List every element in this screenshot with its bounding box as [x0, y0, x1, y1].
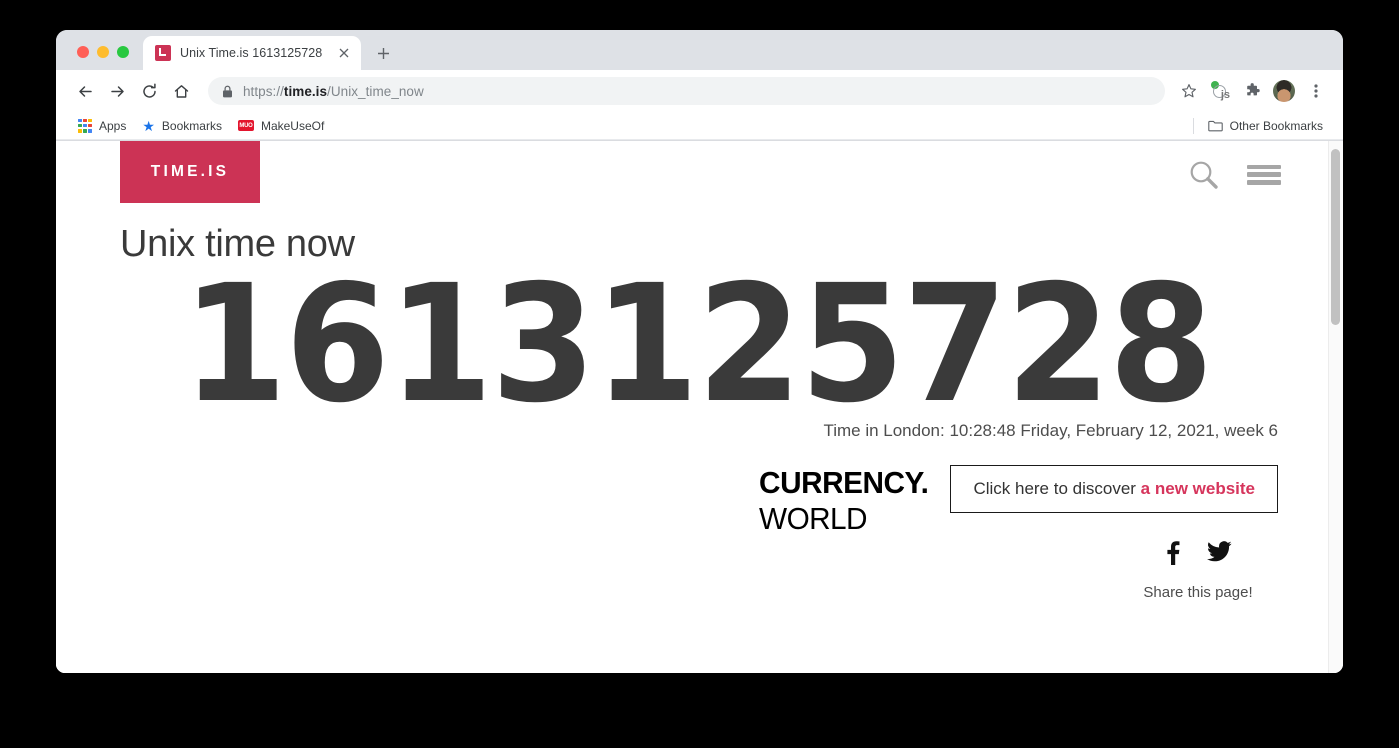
- header-icon-group: [1188, 159, 1281, 190]
- url-host: time.is: [283, 83, 328, 99]
- ad-cta-accent: a new website: [1140, 479, 1255, 498]
- extensions-puzzle-icon[interactable]: [1237, 76, 1267, 106]
- home-button[interactable]: [166, 76, 196, 106]
- bookmark-label: MakeUseOf: [260, 118, 325, 133]
- other-bookmarks-label: Other Bookmarks: [1229, 118, 1323, 133]
- lock-icon: [222, 85, 233, 98]
- folder-icon: [1207, 120, 1223, 132]
- address-bar[interactable]: https://time.is/Unix_time_now: [208, 77, 1165, 105]
- share-block: Share this page!: [1118, 541, 1278, 601]
- star-icon: ★: [142, 117, 155, 134]
- other-bookmarks-button[interactable]: Other Bookmarks: [1200, 116, 1331, 136]
- bookmark-makeuseof[interactable]: MUO MakeUseOf: [230, 116, 332, 136]
- minimize-window-button[interactable]: [97, 46, 109, 58]
- time-is-page: TIME.IS Unix time now 1613125728 Time in…: [56, 141, 1328, 673]
- share-icon-group: [1118, 541, 1278, 570]
- facebook-icon[interactable]: [1164, 541, 1181, 570]
- tab-strip: Unix Time.is 1613125728: [56, 30, 1343, 70]
- forward-button[interactable]: [102, 76, 132, 106]
- share-label: Share this page!: [1143, 584, 1253, 601]
- other-bookmarks-group: Other Bookmarks: [1192, 116, 1331, 136]
- bookmarks-bar: Apps ★ Bookmarks MUO MakeUseOf Other Boo…: [56, 112, 1343, 140]
- bookmark-label: Apps: [99, 118, 127, 133]
- tab-title: Unix Time.is 1613125728: [180, 46, 323, 60]
- url-path: /Unix_time_now: [327, 83, 424, 99]
- reload-button[interactable]: [134, 76, 164, 106]
- js-extension-icon[interactable]: js: [1210, 81, 1230, 101]
- profile-avatar[interactable]: [1273, 80, 1295, 102]
- browser-window: Unix Time.is 1613125728 https://time.is/…: [56, 30, 1343, 673]
- close-tab-icon[interactable]: [335, 44, 353, 62]
- browser-menu-icon[interactable]: [1301, 76, 1331, 106]
- ad-brand-logo[interactable]: CURRENCY. WORLD: [759, 465, 929, 536]
- bookmarks-divider: [1192, 117, 1194, 134]
- back-button[interactable]: [70, 76, 100, 106]
- page-scrollbar[interactable]: [1328, 141, 1343, 673]
- advertisement-banner: CURRENCY. WORLD Click here to discover a …: [120, 461, 1278, 536]
- close-window-button[interactable]: [77, 46, 89, 58]
- makeuseof-favicon-icon: MUO: [237, 120, 254, 131]
- apps-grid-icon: [78, 118, 92, 133]
- twitter-icon[interactable]: [1207, 541, 1232, 570]
- browser-toolbar: https://time.is/Unix_time_now js: [56, 70, 1343, 112]
- url-text: https://time.is/Unix_time_now: [243, 84, 424, 99]
- bookmark-star-icon[interactable]: [1175, 77, 1203, 105]
- url-scheme: https://: [243, 83, 284, 99]
- ad-brand-light: WORLD: [759, 501, 868, 536]
- timeis-favicon-icon: [155, 45, 171, 61]
- page-viewport: TIME.IS Unix time now 1613125728 Time in…: [56, 140, 1343, 673]
- site-header: TIME.IS: [56, 141, 1328, 205]
- ad-brand-heavy: CURRENCY.: [759, 465, 929, 500]
- js-extension-label: js: [1220, 89, 1230, 101]
- search-icon[interactable]: [1188, 159, 1219, 190]
- bookmark-apps[interactable]: Apps: [70, 116, 134, 136]
- browser-tab[interactable]: Unix Time.is 1613125728: [143, 36, 361, 70]
- new-tab-button[interactable]: [369, 39, 397, 67]
- menu-icon[interactable]: [1247, 162, 1281, 188]
- unix-timestamp-display: 1613125728: [182, 251, 1214, 439]
- site-logo[interactable]: TIME.IS: [120, 141, 260, 203]
- ad-cta-text: Click here to discover: [973, 479, 1141, 498]
- bookmark-bookmarks[interactable]: ★ Bookmarks: [134, 116, 230, 136]
- ad-cta-button[interactable]: Click here to discover a new website: [950, 465, 1278, 513]
- maximize-window-button[interactable]: [117, 46, 129, 58]
- local-time-line: Time in London: 10:28:48 Friday, Februar…: [823, 421, 1278, 440]
- site-logo-text: TIME.IS: [150, 163, 230, 180]
- scrollbar-thumb[interactable]: [1331, 149, 1340, 325]
- window-controls: [56, 46, 141, 70]
- bookmark-label: Bookmarks: [161, 118, 222, 133]
